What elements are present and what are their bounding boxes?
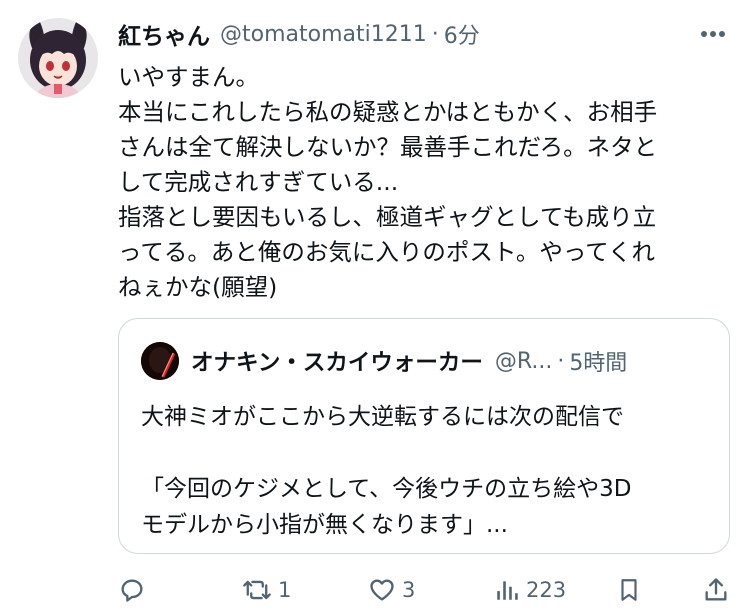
tweet-text-line: 指落とし要因もいるし、極道ギャグとしても成り立 [118, 203, 657, 231]
quoted-text-line [141, 435, 711, 471]
quoted-tweet-header: オナキン・スカイウォーカー @R... · 5時間 [141, 341, 711, 381]
tweet-action-bar: 1 3 223 [118, 570, 740, 610]
retweet-icon [243, 580, 271, 600]
separator-dot: · [431, 21, 439, 47]
display-name[interactable]: 紅ちゃん [118, 17, 210, 51]
views-button[interactable]: 223 [494, 570, 566, 610]
views-icon [497, 581, 518, 600]
tweet-text: いやすまん。 本当にこれしたら私の疑惑とかはともかく、お相手 さんは全て解決しな… [118, 60, 728, 305]
tweet-text-line: いやすまん。 [118, 63, 259, 91]
tweet-text-line: して完成されすぎている... [118, 168, 399, 196]
quoted-display-name: オナキン・スカイウォーカー [191, 350, 483, 376]
quoted-text-line: 「今回のケジメとして、今後ウチの立ち絵や3D [141, 476, 632, 502]
quoted-text-line: モデルから小指が無くなります」... [141, 512, 508, 538]
retweet-button[interactable]: 1 [242, 570, 291, 610]
share-icon [705, 578, 727, 601]
avatar-image [18, 18, 98, 98]
share-button[interactable] [702, 570, 730, 610]
user-handle[interactable]: @tomatomati1211 [220, 22, 427, 47]
reply-icon [121, 579, 143, 602]
quoted-avatar-image [141, 342, 179, 380]
quoted-separator-dot: · [557, 348, 565, 374]
like-count: 3 [402, 578, 416, 602]
views-count: 223 [526, 578, 567, 602]
more-options-button[interactable] [696, 20, 730, 48]
quoted-tweet-text: 大神ミオがここから大逆転するには次の配信で 「今回のケジメとして、今後ウチの立ち… [141, 399, 711, 543]
tweet-header: 紅ちゃん @tomatomati1211 · 6分 [118, 14, 730, 54]
quoted-avatar [141, 342, 179, 380]
reply-button[interactable] [118, 570, 146, 610]
tweet-text-line: ねぇかな(願望) [118, 273, 278, 301]
tweet-text-line: ってる。あと俺のお気に入りのポスト。やってくれ [118, 238, 655, 266]
like-button[interactable]: 3 [368, 570, 415, 610]
timestamp[interactable]: 6分 [444, 18, 480, 50]
avatar[interactable] [18, 18, 98, 98]
bookmark-button[interactable] [616, 570, 642, 610]
quoted-tweet-card[interactable]: オナキン・スカイウォーカー @R... · 5時間 大神ミオがここから大逆転する… [118, 318, 730, 554]
quoted-user-handle: @R... [494, 348, 553, 374]
quoted-text-line: 大神ミオがここから大逆転するには次の配信で [141, 404, 624, 430]
heart-icon [370, 579, 394, 601]
more-icon [701, 31, 725, 37]
retweet-count: 1 [278, 578, 292, 602]
bookmark-icon [621, 579, 637, 601]
quoted-timestamp: 5時間 [569, 351, 628, 376]
tweet-text-line: 本当にこれしたら私の疑惑とかはともかく、お相手 [118, 98, 658, 126]
tweet-text-line: さんは全て解決しないか？最善手これだろ。ネタと [118, 133, 658, 161]
